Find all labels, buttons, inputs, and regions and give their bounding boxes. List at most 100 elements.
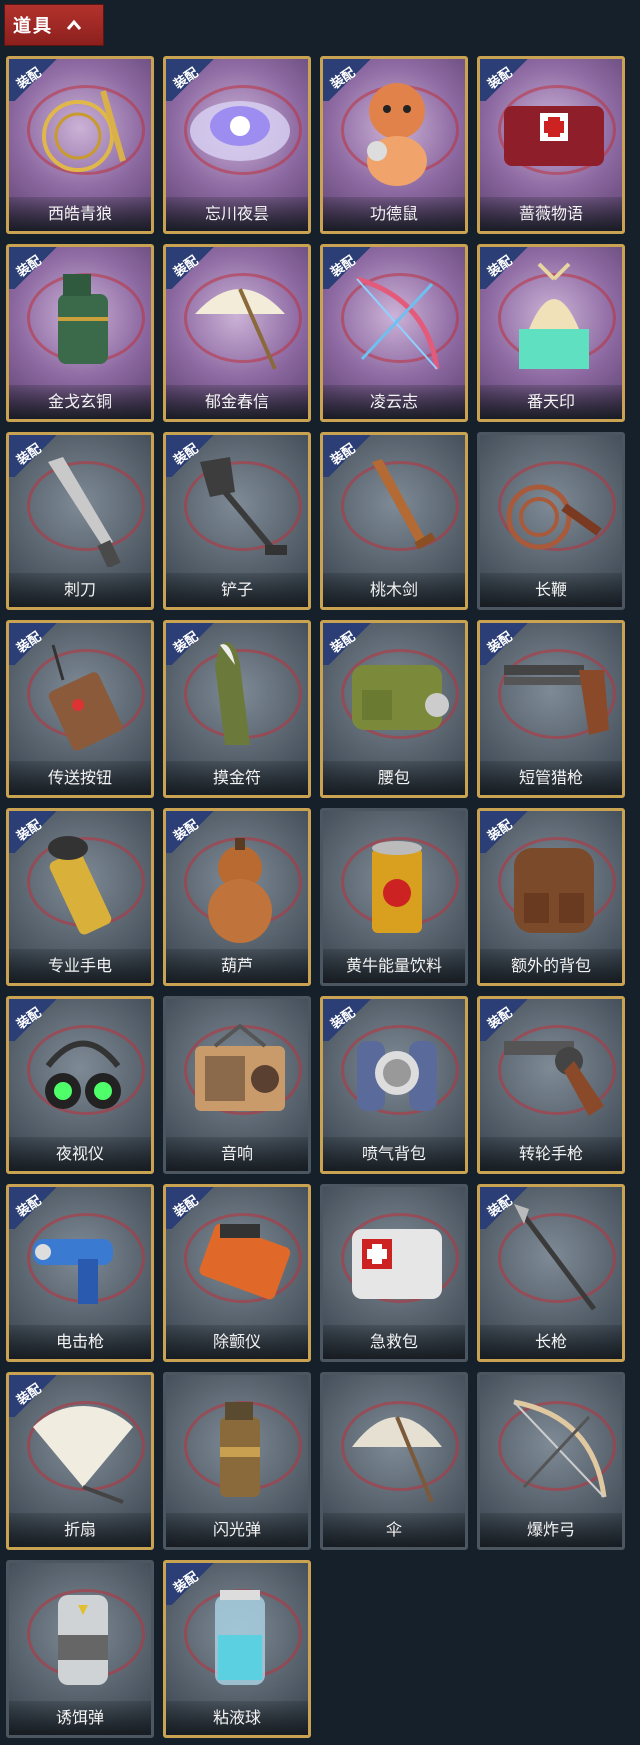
equipped-badge: 装配 [9,59,63,101]
item-card[interactable]: 装配 粘液球 [163,1560,311,1738]
item-label: 转轮手枪 [480,1137,622,1171]
item-card[interactable]: 急救包 [320,1184,468,1362]
item-label: 桃木剑 [323,573,465,607]
equipped-badge: 装配 [9,1187,63,1229]
item-card[interactable]: 装配 专业手电 [6,808,154,986]
equipped-badge: 装配 [480,247,534,289]
equipped-badge: 装配 [480,59,534,101]
item-card[interactable]: 装配长枪 [477,1184,625,1362]
item-card[interactable]: 装配 电击枪 [6,1184,154,1362]
item-card[interactable]: 黄牛能量饮料 [320,808,468,986]
item-card[interactable]: 闪光弹 [163,1372,311,1550]
equipped-badge: 装配 [9,247,63,289]
equipped-badge: 装配 [323,623,377,665]
item-label: 腰包 [323,761,465,795]
equipped-badge: 装配 [9,1375,63,1417]
item-card[interactable]: 长鞭 [477,432,625,610]
item-card[interactable]: 装配 额外的背包 [477,808,625,986]
item-label: 折扇 [9,1513,151,1547]
equipped-badge: 装配 [480,623,534,665]
flashbang-icon [220,1402,260,1497]
equipped-badge: 装配 [323,247,377,289]
can-icon [372,841,422,933]
item-card[interactable]: 装配 功德鼠 [320,56,468,234]
item-label: 夜视仪 [9,1137,151,1171]
equipped-badge-text: 装配 [328,253,359,281]
equipped-badge-text: 装配 [171,629,202,657]
equipped-badge-text: 装配 [485,65,516,93]
equipped-badge-text: 装配 [14,253,45,281]
item-card[interactable]: 装配 折扇 [6,1372,154,1550]
category-header[interactable]: 道具 [4,4,104,46]
item-card[interactable]: 装配蔷薇物语 [477,56,625,234]
equipped-badge-text: 装配 [328,1005,359,1033]
item-card[interactable]: 装配 桃木剑 [320,432,468,610]
equipped-badge: 装配 [166,811,220,853]
equipped-badge: 装配 [9,999,63,1041]
item-card[interactable]: 装配金戈玄铜 [6,244,154,422]
equipped-badge: 装配 [9,811,63,853]
item-label: 铲子 [166,573,308,607]
equipped-badge-text: 装配 [328,65,359,93]
item-card[interactable]: 装配西皓青狼 [6,56,154,234]
equipped-badge-text: 装配 [14,441,45,469]
equipped-badge-text: 装配 [171,1569,202,1597]
item-label: 短管猎枪 [480,761,622,795]
equipped-badge-text: 装配 [171,817,202,845]
item-card[interactable]: 装配 夜视仪 [6,996,154,1174]
item-card[interactable]: 装配 喷气背包 [320,996,468,1174]
item-card[interactable]: 诱饵弹 [6,1560,154,1738]
equipped-badge-text: 装配 [485,1193,516,1221]
category-title: 道具 [13,16,53,37]
item-label: 电击枪 [9,1325,151,1359]
item-label: 蔷薇物语 [480,197,622,231]
item-card[interactable]: 装配 忘川夜昙 [163,56,311,234]
equipped-badge-text: 装配 [171,253,202,281]
equipped-badge: 装配 [9,435,63,477]
item-card[interactable]: 装配铲子 [163,432,311,610]
chevron-up-icon[interactable] [63,14,85,36]
item-label: 郁金春信 [166,385,308,419]
decoy-icon [58,1595,108,1685]
item-card[interactable]: 装配刺刀 [6,432,154,610]
item-label: 西皓青狼 [9,197,151,231]
item-label: 音响 [166,1137,308,1171]
item-card[interactable]: 装配短管猎枪 [477,620,625,798]
equipped-badge: 装配 [166,435,220,477]
equipped-badge-text: 装配 [485,817,516,845]
item-label: 专业手电 [9,949,151,983]
item-card[interactable]: 装配 凌云志 [320,244,468,422]
item-label: 黄牛能量饮料 [323,949,465,983]
item-label: 长枪 [480,1325,622,1359]
equipped-badge: 装配 [9,623,63,665]
explosive-bow-icon [513,1399,607,1498]
item-label: 长鞭 [480,573,622,607]
item-card[interactable]: 爆炸弓 [477,1372,625,1550]
equipped-badge-text: 装配 [14,65,45,93]
equipped-badge: 装配 [166,59,220,101]
item-card[interactable]: 伞 [320,1372,468,1550]
item-card[interactable]: 装配葫芦 [163,808,311,986]
equipped-badge: 装配 [480,811,534,853]
equipped-badge: 装配 [166,623,220,665]
item-card[interactable]: 装配 传送按钮 [6,620,154,798]
equipped-badge: 装配 [166,1187,220,1229]
item-card[interactable]: 装配摸金符 [163,620,311,798]
equipped-badge-text: 装配 [14,629,45,657]
equipped-badge-text: 装配 [485,629,516,657]
item-label: 刺刀 [9,573,151,607]
item-label: 葫芦 [166,949,308,983]
equipped-badge: 装配 [323,59,377,101]
item-label: 摸金符 [166,761,308,795]
item-label: 金戈玄铜 [9,385,151,419]
item-card[interactable]: 音响 [163,996,311,1174]
equipped-badge-text: 装配 [171,441,202,469]
equipped-badge: 装配 [480,999,534,1041]
item-card[interactable]: 装配 番天印 [477,244,625,422]
item-card[interactable]: 装配 转轮手枪 [477,996,625,1174]
item-label: 闪光弹 [166,1513,308,1547]
item-card[interactable]: 装配 腰包 [320,620,468,798]
equipped-badge: 装配 [323,435,377,477]
item-card[interactable]: 装配郁金春信 [163,244,311,422]
item-card[interactable]: 装配 除颤仪 [163,1184,311,1362]
